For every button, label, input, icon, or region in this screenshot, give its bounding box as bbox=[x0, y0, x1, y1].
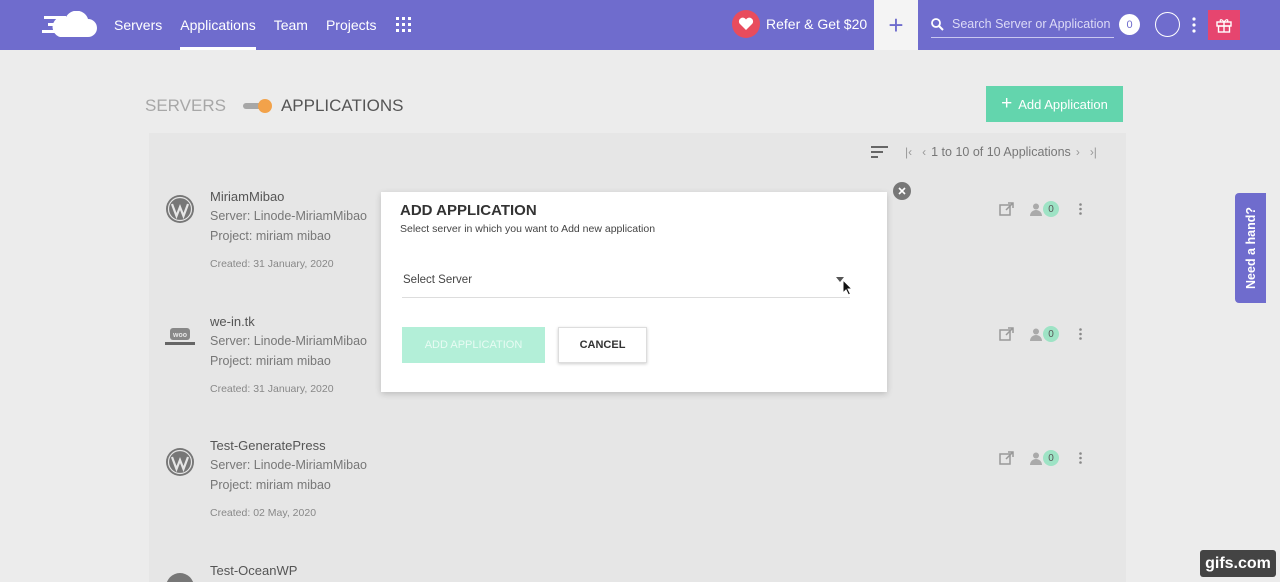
member-count-badge[interactable]: 0 bbox=[1043, 450, 1059, 466]
watermark: gifs.com bbox=[1200, 550, 1276, 577]
select-server-dropdown[interactable]: Select Server bbox=[402, 266, 850, 298]
kebab-icon[interactable] bbox=[1079, 452, 1082, 464]
nav-projects[interactable]: Projects bbox=[326, 0, 377, 50]
refer-label: Refer & Get $20 bbox=[766, 16, 868, 32]
toggle-applications-label[interactable]: APPLICATIONS bbox=[281, 96, 404, 116]
member-count-badge[interactable]: 0 bbox=[1043, 201, 1059, 217]
select-server-label: Select Server bbox=[403, 274, 473, 286]
search-input[interactable]: Search Server or Application bbox=[931, 11, 1114, 38]
plus-icon[interactable]: + bbox=[874, 0, 918, 50]
app-server: Server: Linode-MiriamMibao bbox=[210, 458, 368, 472]
search-placeholder: Search Server or Application bbox=[952, 17, 1111, 31]
user-icon bbox=[1030, 203, 1042, 216]
plus-icon: + bbox=[1001, 93, 1013, 114]
app-server: Server: Linode-MiriamMibao bbox=[210, 334, 368, 348]
wordpress-icon bbox=[166, 195, 194, 223]
app-created: Created: 31 January, 2020 bbox=[210, 258, 334, 270]
nav-servers[interactable]: Servers bbox=[114, 0, 162, 50]
external-link-icon[interactable] bbox=[999, 327, 1014, 341]
modal-subtitle: Select server in which you want to Add n… bbox=[400, 223, 656, 235]
app-created: Created: 31 January, 2020 bbox=[210, 383, 334, 395]
row-actions: 0 bbox=[999, 326, 1082, 342]
nav-team[interactable]: Team bbox=[274, 0, 308, 50]
apps-grid-icon[interactable] bbox=[396, 17, 411, 32]
mouse-cursor-icon bbox=[842, 279, 854, 296]
toggle-servers-label[interactable]: SERVERS bbox=[145, 96, 226, 116]
external-link-icon[interactable] bbox=[999, 202, 1014, 216]
modal-add-application-button[interactable]: ADD APPLICATION bbox=[402, 327, 545, 363]
app-name[interactable]: Test-GeneratePress bbox=[210, 438, 326, 453]
kebab-icon[interactable] bbox=[1079, 203, 1082, 215]
svg-text:woo: woo bbox=[172, 332, 187, 339]
row-actions: 0 bbox=[999, 201, 1082, 217]
heart-icon bbox=[732, 10, 760, 38]
add-application-modal: ADD APPLICATION Select server in which y… bbox=[381, 192, 887, 392]
top-navbar: Servers Applications Team Projects Refer… bbox=[0, 0, 1280, 50]
last-page-icon[interactable]: ›| bbox=[1090, 145, 1097, 159]
kebab-icon[interactable] bbox=[1079, 328, 1082, 340]
view-switch[interactable] bbox=[242, 99, 272, 113]
user-icon bbox=[1030, 452, 1042, 465]
first-page-icon[interactable]: |‹ bbox=[905, 145, 912, 159]
notification-count[interactable]: 0 bbox=[1119, 14, 1140, 35]
member-count-badge[interactable]: 0 bbox=[1043, 326, 1059, 342]
modal-cancel-button[interactable]: CANCEL bbox=[558, 327, 647, 363]
wordpress-icon bbox=[166, 573, 194, 582]
refer-button[interactable]: Refer & Get $20 bbox=[732, 10, 867, 38]
user-icon bbox=[1030, 328, 1042, 341]
app-project: Project: miriam mibao bbox=[210, 229, 331, 243]
app-project: Project: miriam mibao bbox=[210, 478, 331, 492]
search-icon bbox=[931, 17, 944, 31]
app-created: Created: 02 May, 2020 bbox=[210, 507, 317, 519]
kebab-icon[interactable] bbox=[1192, 17, 1196, 33]
modal-title: ADD APPLICATION bbox=[400, 202, 537, 219]
need-a-hand-tab[interactable]: Need a hand? bbox=[1235, 193, 1266, 303]
app-name[interactable]: Test-OceanWP bbox=[210, 563, 297, 578]
wordpress-icon bbox=[166, 448, 194, 476]
list-item[interactable]: Test-GeneratePress Server: Linode-Miriam… bbox=[149, 438, 1126, 562]
list-item[interactable]: Test-OceanWP bbox=[149, 563, 1126, 582]
prev-page-icon[interactable]: ‹ bbox=[922, 145, 926, 159]
need-a-hand-label: Need a hand? bbox=[1243, 207, 1258, 289]
next-page-icon[interactable]: › bbox=[1076, 145, 1080, 159]
add-application-label: Add Application bbox=[1018, 96, 1108, 112]
gift-icon[interactable] bbox=[1208, 10, 1240, 40]
view-toggle: SERVERS APPLICATIONS bbox=[145, 96, 403, 116]
row-actions: 0 bbox=[999, 450, 1082, 466]
avatar-icon[interactable] bbox=[1155, 12, 1180, 37]
add-application-button[interactable]: + Add Application bbox=[986, 86, 1123, 122]
woocommerce-icon: woo bbox=[165, 328, 195, 345]
nav-applications[interactable]: Applications bbox=[180, 0, 256, 50]
cloud-logo-icon[interactable] bbox=[42, 11, 98, 39]
app-name[interactable]: we-in.tk bbox=[210, 314, 255, 329]
close-icon[interactable] bbox=[893, 182, 911, 200]
main-nav: Servers Applications Team Projects bbox=[114, 0, 395, 50]
app-project: Project: miriam mibao bbox=[210, 354, 331, 368]
app-name[interactable]: MiriamMibao bbox=[210, 189, 284, 204]
app-server: Server: Linode-MiriamMibao bbox=[210, 209, 368, 223]
external-link-icon[interactable] bbox=[999, 451, 1014, 465]
pagination: |‹ ‹ 1 to 10 of 10 Applications › ›| bbox=[871, 145, 1102, 159]
pager-text: 1 to 10 of 10 Applications bbox=[931, 145, 1071, 159]
sort-icon[interactable] bbox=[871, 146, 888, 158]
